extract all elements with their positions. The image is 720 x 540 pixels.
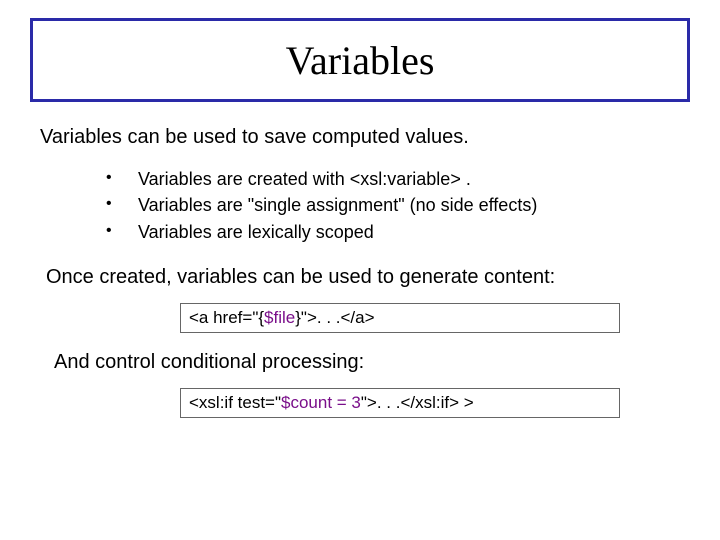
code-text: ">. . .</xsl:if> > [361,393,474,412]
code-example-2: <xsl:if test="$count = 3">. . .</xsl:if>… [180,388,620,418]
list-item: Variables are created with <xsl:variable… [106,167,680,191]
code-variable: $file [264,308,295,327]
list-item: Variables are lexically scoped [106,220,680,244]
code-text: <xsl:if test=" [189,393,281,412]
bullet-list: Variables are created with <xsl:variable… [40,167,680,244]
slide-body: Variables can be used to save computed v… [40,126,680,418]
list-item: Variables are "single assignment" (no si… [106,193,680,217]
code-text: }">. . .</a> [295,308,374,327]
lead-paragraph: Variables can be used to save computed v… [40,126,680,149]
title-box: Variables [30,18,690,102]
paragraph-generate: Once created, variables can be used to g… [46,266,680,289]
paragraph-conditional: And control conditional processing: [54,351,680,374]
code-expression: $count = 3 [281,393,361,412]
slide-title: Variables [286,37,435,84]
slide: Variables Variables can be used to save … [0,0,720,540]
code-example-1: <a href="{$file}">. . .</a> [180,303,620,333]
code-text: <a href="{ [189,308,264,327]
